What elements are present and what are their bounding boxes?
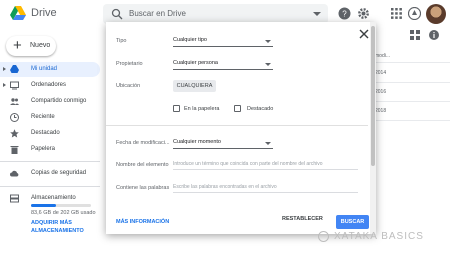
list-item-date: 2016 xyxy=(375,89,387,95)
cloud-icon xyxy=(10,170,19,177)
apps-icon[interactable] xyxy=(390,7,403,20)
grid-view-icon[interactable] xyxy=(410,30,420,40)
upgrade-storage-link[interactable]: ADQUIRIR MÁS ALMACENAMIENTO xyxy=(31,219,101,235)
type-select[interactable]: Cualquier tipo xyxy=(173,35,273,47)
item-name-label: Nombre del elemento xyxy=(116,162,169,168)
type-label: Tipo xyxy=(116,38,127,44)
info-icon[interactable] xyxy=(429,30,439,40)
drive-icon xyxy=(10,65,19,73)
starred-checkbox[interactable] xyxy=(234,105,241,112)
computer-icon xyxy=(10,81,19,90)
help-icon[interactable]: ? xyxy=(338,7,351,20)
watermark-logo-icon xyxy=(318,231,329,242)
new-button-label: Nuevo xyxy=(30,42,51,49)
sidebar-item-label: Mi unidad xyxy=(31,66,58,72)
sidebar-item-label: Papelera xyxy=(31,146,56,152)
modified-date-label: Fecha de modificaci... xyxy=(116,140,170,146)
starred-label: Destacado xyxy=(247,106,274,112)
drive-logo-icon[interactable] xyxy=(10,6,26,21)
svg-text:?: ? xyxy=(342,10,347,19)
chevron-down-icon xyxy=(265,142,271,145)
item-name-placeholder: Introduce un término que coincida con pa… xyxy=(173,161,323,167)
sidebar-item-label: Compartido conmigo xyxy=(31,98,87,104)
owner-select-value: Cualquier persona xyxy=(173,60,218,66)
row-divider xyxy=(370,120,450,121)
search-bar[interactable]: Buscar en Drive xyxy=(103,4,328,24)
list-item-date: 2014 xyxy=(375,70,387,76)
search-button[interactable]: BUSCAR xyxy=(336,215,369,229)
search-options-icon[interactable] xyxy=(313,12,321,16)
type-select-value: Cualquier tipo xyxy=(173,37,207,43)
owner-label: Propietario xyxy=(116,61,143,67)
sidebar-item-label: Destacado xyxy=(31,130,60,136)
in-trash-label: En la papelera xyxy=(184,106,220,112)
sidebar-item-computers[interactable]: Ordenadores xyxy=(0,78,100,93)
sidebar-item-starred[interactable]: Destacado xyxy=(0,126,100,141)
row-divider xyxy=(370,62,450,63)
star-icon xyxy=(10,129,19,138)
storage-progress-bar xyxy=(31,204,91,207)
sidebar-item-my-drive[interactable]: Mi unidad xyxy=(0,62,100,77)
new-button[interactable]: + Nuevo xyxy=(6,36,56,56)
storage-icon xyxy=(10,194,19,203)
modified-date-select[interactable]: Cualquier momento xyxy=(173,137,273,149)
sidebar-divider xyxy=(0,186,100,187)
plus-icon: + xyxy=(13,37,22,54)
sidebar-item-label: Reciente xyxy=(31,114,55,120)
settings-icon[interactable] xyxy=(357,7,370,20)
close-icon[interactable] xyxy=(359,29,369,39)
contains-words-label: Contiene las palabras xyxy=(116,185,170,191)
owner-select[interactable]: Cualquier persona xyxy=(173,58,273,70)
storage-used-text: 83,6 GB de 202 GB usado xyxy=(31,210,96,216)
storage-progress-fill xyxy=(31,204,56,207)
location-button[interactable]: CUALQUIERA xyxy=(173,80,216,92)
search-icon xyxy=(111,8,123,20)
contains-words-input[interactable]: Escribe las palabras encontradas en el a… xyxy=(173,181,358,193)
notifications-icon[interactable] xyxy=(408,7,421,20)
watermark-text: XATAKA BASICS xyxy=(334,231,424,242)
in-trash-checkbox[interactable] xyxy=(173,105,180,112)
drive-app: Drive Buscar en Drive ? + Nuevo Mi unida… xyxy=(0,0,450,253)
sidebar-item-shared[interactable]: Compartido conmigo xyxy=(0,94,100,109)
advanced-search-dialog: Tipo Cualquier tipo Propietario Cualquie… xyxy=(106,22,376,234)
expand-arrow-icon[interactable] xyxy=(3,67,6,71)
trash-icon xyxy=(10,146,19,154)
expand-arrow-icon[interactable] xyxy=(3,83,6,87)
dialog-scrollbar[interactable] xyxy=(370,22,376,234)
app-title: Drive xyxy=(31,7,57,19)
sidebar-item-recent[interactable]: Reciente xyxy=(0,110,100,125)
avatar[interactable] xyxy=(426,4,446,24)
chevron-down-icon xyxy=(265,63,271,66)
list-item-date: 2018 xyxy=(375,108,387,114)
item-name-input[interactable]: Introduce un término que coincida con pa… xyxy=(173,158,358,170)
sidebar-item-label: Copias de seguridad xyxy=(31,170,87,176)
location-label: Ubicación xyxy=(116,83,141,89)
search-input[interactable]: Buscar en Drive xyxy=(129,9,186,18)
scrollbar-thumb[interactable] xyxy=(371,26,375,166)
sidebar-item-label: Ordenadores xyxy=(31,82,67,88)
sidebar-item-trash[interactable]: Papelera xyxy=(0,142,100,157)
sidebar-item-backups[interactable]: Copias de seguridad xyxy=(0,166,100,181)
dialog-divider xyxy=(106,125,368,126)
more-info-link[interactable]: MÁS INFORMACIÓN xyxy=(116,219,169,225)
row-divider xyxy=(370,82,450,83)
storage-title: Almacenamiento xyxy=(31,195,76,201)
column-header-modified[interactable]: modi... xyxy=(375,53,390,59)
clock-icon xyxy=(10,113,19,122)
chevron-down-icon xyxy=(265,40,271,43)
reset-button[interactable]: RESTABLECER xyxy=(282,216,323,222)
modified-date-select-value: Cualquier momento xyxy=(173,139,221,145)
contains-words-placeholder: Escribe las palabras encontradas en el a… xyxy=(173,184,277,190)
people-icon xyxy=(10,98,19,105)
row-divider xyxy=(370,101,450,102)
sidebar-divider xyxy=(0,161,100,162)
